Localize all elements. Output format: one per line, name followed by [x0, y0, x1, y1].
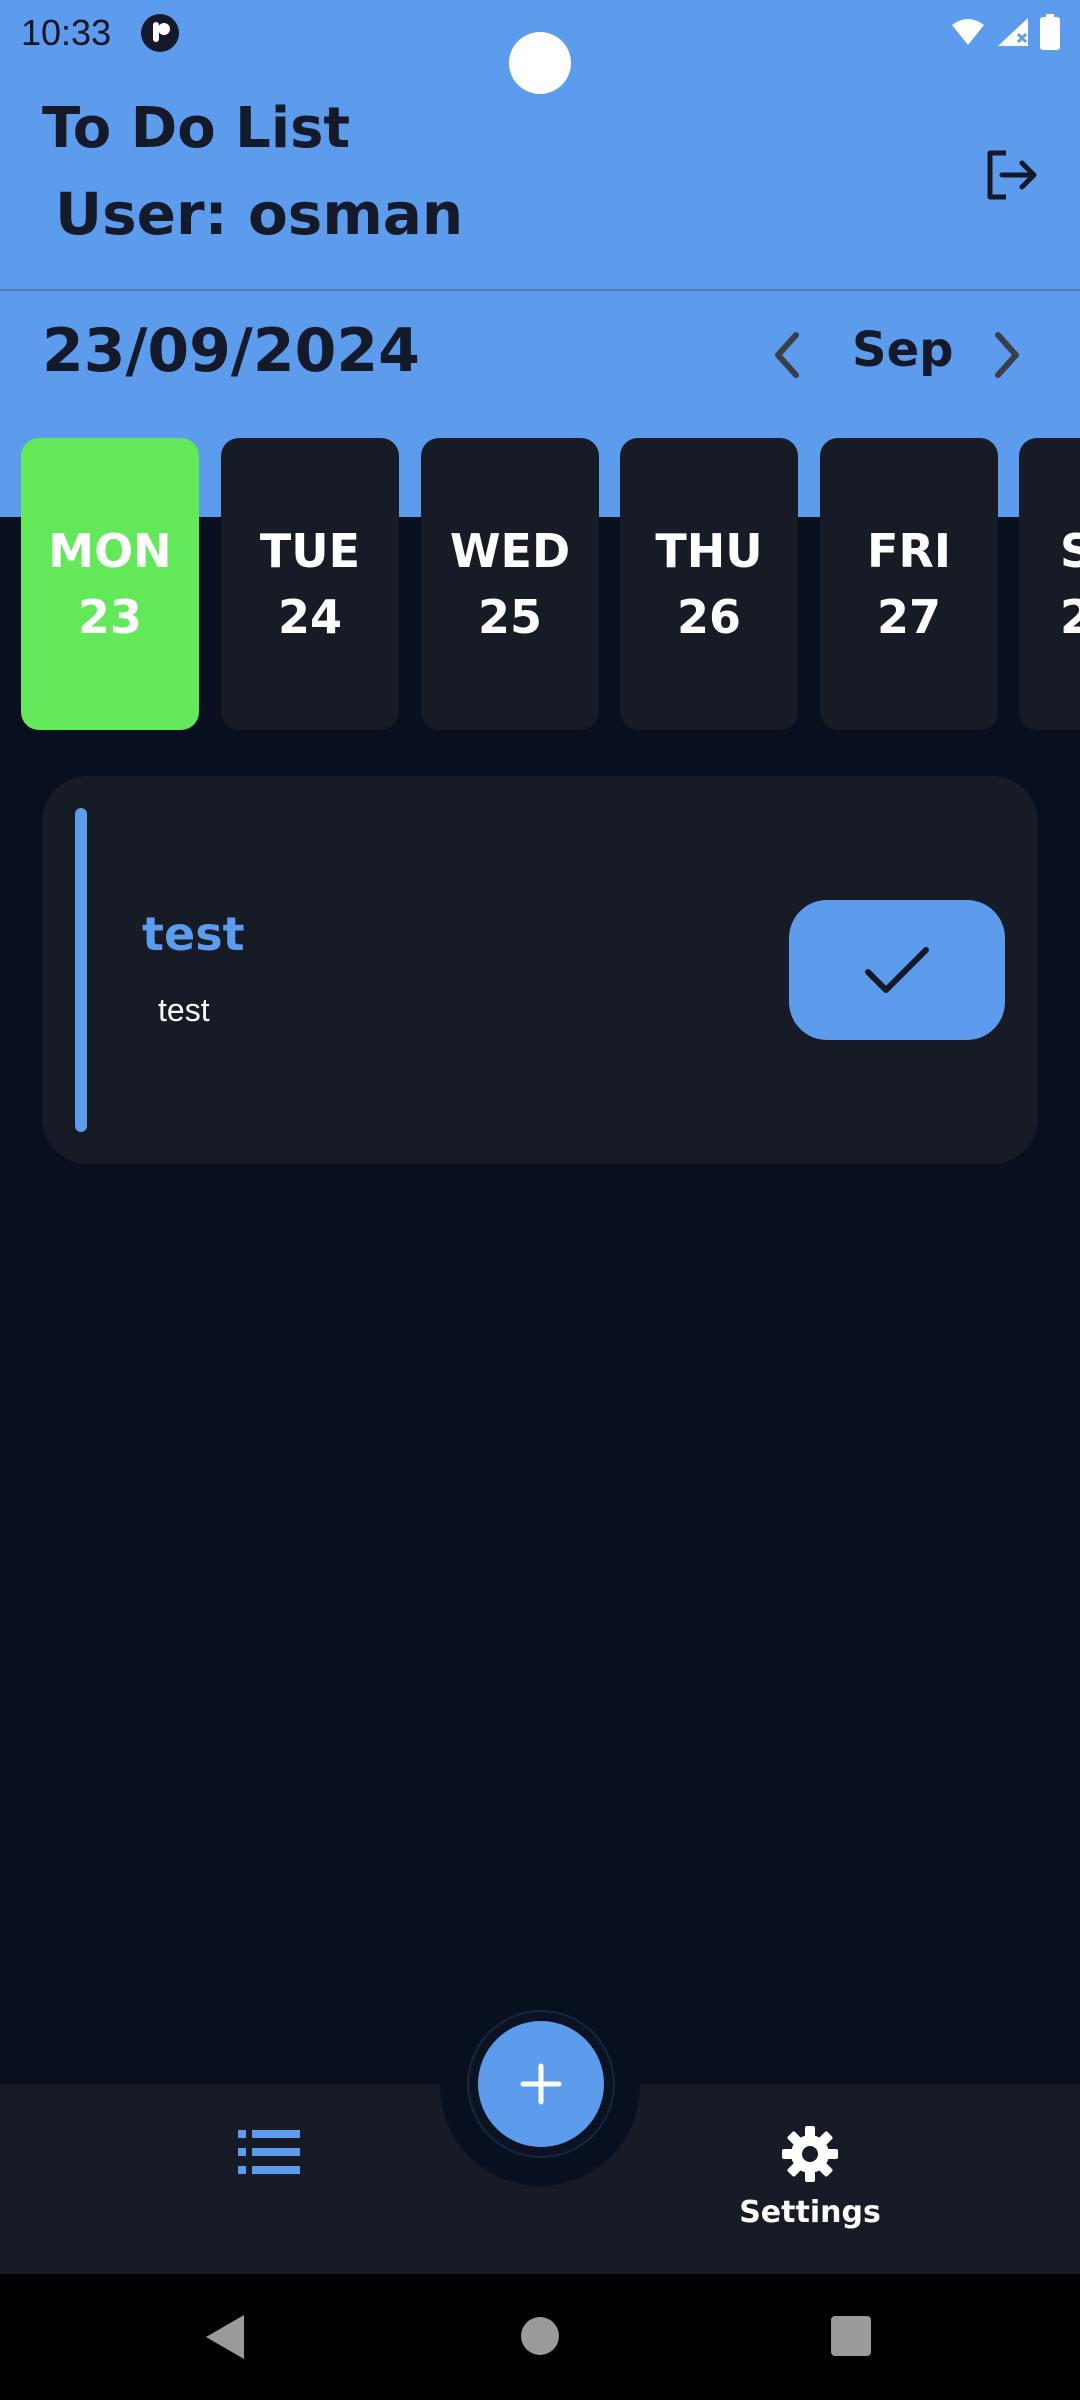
logout-button[interactable] — [980, 145, 1040, 205]
next-month-button[interactable] — [982, 325, 1032, 385]
task-description: test — [158, 992, 210, 1028]
header-divider — [0, 289, 1080, 291]
system-back-button[interactable] — [200, 2311, 250, 2363]
selected-date: 23/09/2024 — [42, 316, 420, 386]
day-card-mon[interactable]: MON 23 — [21, 438, 199, 730]
app-notification-icon — [141, 14, 179, 52]
day-name: SAT — [1060, 524, 1080, 578]
chevron-left-icon — [775, 332, 799, 378]
day-name: TUE — [259, 524, 361, 578]
task-title: test — [142, 907, 245, 961]
day-card-wed[interactable]: WED 25 — [421, 438, 599, 730]
task-accent-bar — [75, 808, 87, 1132]
check-icon — [865, 947, 929, 993]
battery-icon — [1040, 14, 1060, 50]
day-name: THU — [655, 524, 763, 578]
nav-settings-button[interactable] — [780, 2124, 840, 2184]
day-number: 28 — [1060, 590, 1080, 644]
camera-cutout — [509, 32, 571, 94]
day-card-thu[interactable]: THU 26 — [620, 438, 798, 730]
logout-icon — [987, 150, 1037, 200]
system-home-button[interactable] — [521, 2317, 559, 2355]
day-card-sat[interactable]: SAT 28 — [1019, 438, 1080, 730]
wifi-icon — [952, 19, 984, 45]
plus-icon — [520, 2063, 562, 2105]
day-number: 24 — [277, 590, 342, 644]
nav-settings-label[interactable]: Settings — [720, 2195, 900, 2230]
user-label: User: osman — [55, 180, 464, 248]
day-card-fri[interactable]: FRI 27 — [820, 438, 998, 730]
day-name: MON — [48, 524, 172, 578]
add-task-button[interactable] — [478, 2021, 604, 2147]
day-number: 26 — [676, 590, 741, 644]
chevron-right-icon — [995, 332, 1019, 378]
prev-month-button[interactable] — [762, 325, 812, 385]
status-time: 10:33 — [21, 12, 112, 53]
month-label: Sep — [852, 322, 954, 378]
signal-icon — [998, 18, 1028, 46]
day-number: 25 — [477, 590, 542, 644]
day-number: 23 — [77, 590, 142, 644]
nav-tasks-button[interactable] — [236, 2124, 302, 2180]
day-name: WED — [449, 524, 571, 578]
day-number: 27 — [876, 590, 941, 644]
page-title: To Do List — [42, 96, 351, 161]
complete-task-button[interactable] — [789, 900, 1005, 1040]
day-name: FRI — [867, 524, 951, 578]
day-card-tue[interactable]: TUE 24 — [221, 438, 399, 730]
status-icons — [950, 12, 1060, 52]
back-triangle-icon — [206, 2315, 244, 2359]
gear-icon — [782, 2126, 838, 2182]
list-icon — [238, 2130, 300, 2174]
system-recents-button[interactable] — [831, 2316, 871, 2356]
